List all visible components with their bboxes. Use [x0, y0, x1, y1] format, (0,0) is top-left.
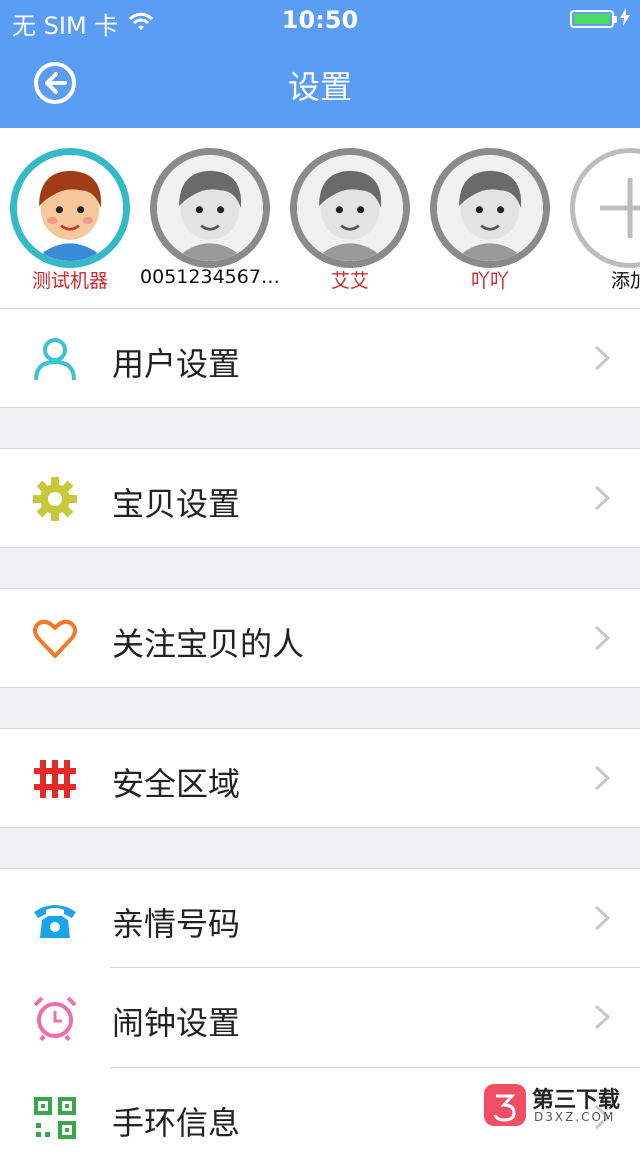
- avatar-name: 测试机器: [31, 270, 108, 292]
- status-time: 10:50: [281, 6, 359, 34]
- add-device-button[interactable]: 添加: [565, 148, 640, 308]
- device-avatar-list: 测试机器 0051234567… 艾艾 吖吖 添加: [0, 128, 640, 308]
- avatar-item-0[interactable]: 测试机器: [5, 148, 135, 308]
- avatar-item-2[interactable]: 艾艾: [285, 148, 415, 308]
- status-bar: 无 SIM 卡 10:50: [0, 0, 640, 40]
- avatar: [150, 148, 270, 268]
- boy-avatar-icon: [17, 155, 123, 261]
- watermark-subtitle: D3XZ.COM: [534, 1110, 616, 1124]
- menu-item-user-settings[interactable]: 用户设置: [0, 309, 640, 407]
- add-avatar-ring: [570, 148, 640, 268]
- menu-item-label: 闹钟设置: [112, 1004, 241, 1042]
- navigation-bar: 设置: [0, 40, 640, 128]
- phone-icon: [34, 905, 76, 938]
- boy-avatar-icon: [297, 155, 403, 261]
- chevron-right-icon: [594, 485, 610, 511]
- menu-item-label: 亲情号码: [112, 905, 241, 943]
- alarm-clock-icon: [33, 996, 77, 1041]
- chevron-right-icon: [594, 1004, 610, 1030]
- menu-item-label: 安全区域: [112, 765, 241, 803]
- battery-group: [570, 8, 630, 30]
- boy-avatar-icon: [437, 155, 543, 261]
- avatar-name: 0051234567…: [140, 266, 280, 288]
- avatar: [290, 148, 410, 268]
- avatar: [10, 148, 130, 268]
- add-label: 添加: [610, 270, 640, 292]
- menu-item-label: 关注宝贝的人: [112, 625, 305, 663]
- chevron-right-icon: [594, 345, 610, 371]
- watermark: 第三下载 D3XZ.COM: [484, 1080, 634, 1130]
- avatar-item-1[interactable]: 0051234567…: [140, 148, 280, 308]
- avatar: [430, 148, 550, 268]
- section-gap: [0, 688, 640, 728]
- avatar-item-3[interactable]: 吖吖: [425, 148, 555, 308]
- chevron-right-icon: [594, 905, 610, 931]
- menu-item-label: 宝贝设置: [112, 485, 241, 523]
- heart-icon: [33, 619, 77, 658]
- avatar-name: 艾艾: [330, 270, 369, 292]
- menu-item-safe-zone[interactable]: 安全区域: [0, 729, 640, 827]
- avatar-name: 吖吖: [470, 270, 509, 292]
- menu-item-label: 用户设置: [112, 345, 241, 383]
- plus-icon: [600, 178, 640, 238]
- menu-item-followers[interactable]: 关注宝贝的人: [0, 589, 640, 687]
- chevron-right-icon: [594, 765, 610, 791]
- menu-item-family-numbers[interactable]: 亲情号码: [0, 869, 640, 967]
- section-gap: [0, 408, 640, 448]
- gear-icon: [33, 477, 77, 521]
- user-icon: [34, 338, 76, 381]
- battery-icon: [570, 10, 617, 28]
- charging-icon: [620, 8, 630, 30]
- top-bar: 无 SIM 卡 10:50 设置: [0, 0, 640, 128]
- fence-icon: [34, 760, 76, 798]
- qr-code-icon: [34, 1097, 76, 1139]
- chevron-right-icon: [594, 625, 610, 651]
- section-gap: [0, 548, 640, 588]
- boy-avatar-icon: [157, 155, 263, 261]
- page-title: 设置: [287, 68, 352, 106]
- menu-item-baby-settings[interactable]: 宝贝设置: [0, 449, 640, 547]
- menu-item-label: 手环信息: [112, 1104, 241, 1142]
- section-gap: [0, 828, 640, 868]
- watermark-logo-icon: [484, 1084, 526, 1126]
- menu-item-alarm-settings[interactable]: 闹钟设置: [0, 968, 640, 1066]
